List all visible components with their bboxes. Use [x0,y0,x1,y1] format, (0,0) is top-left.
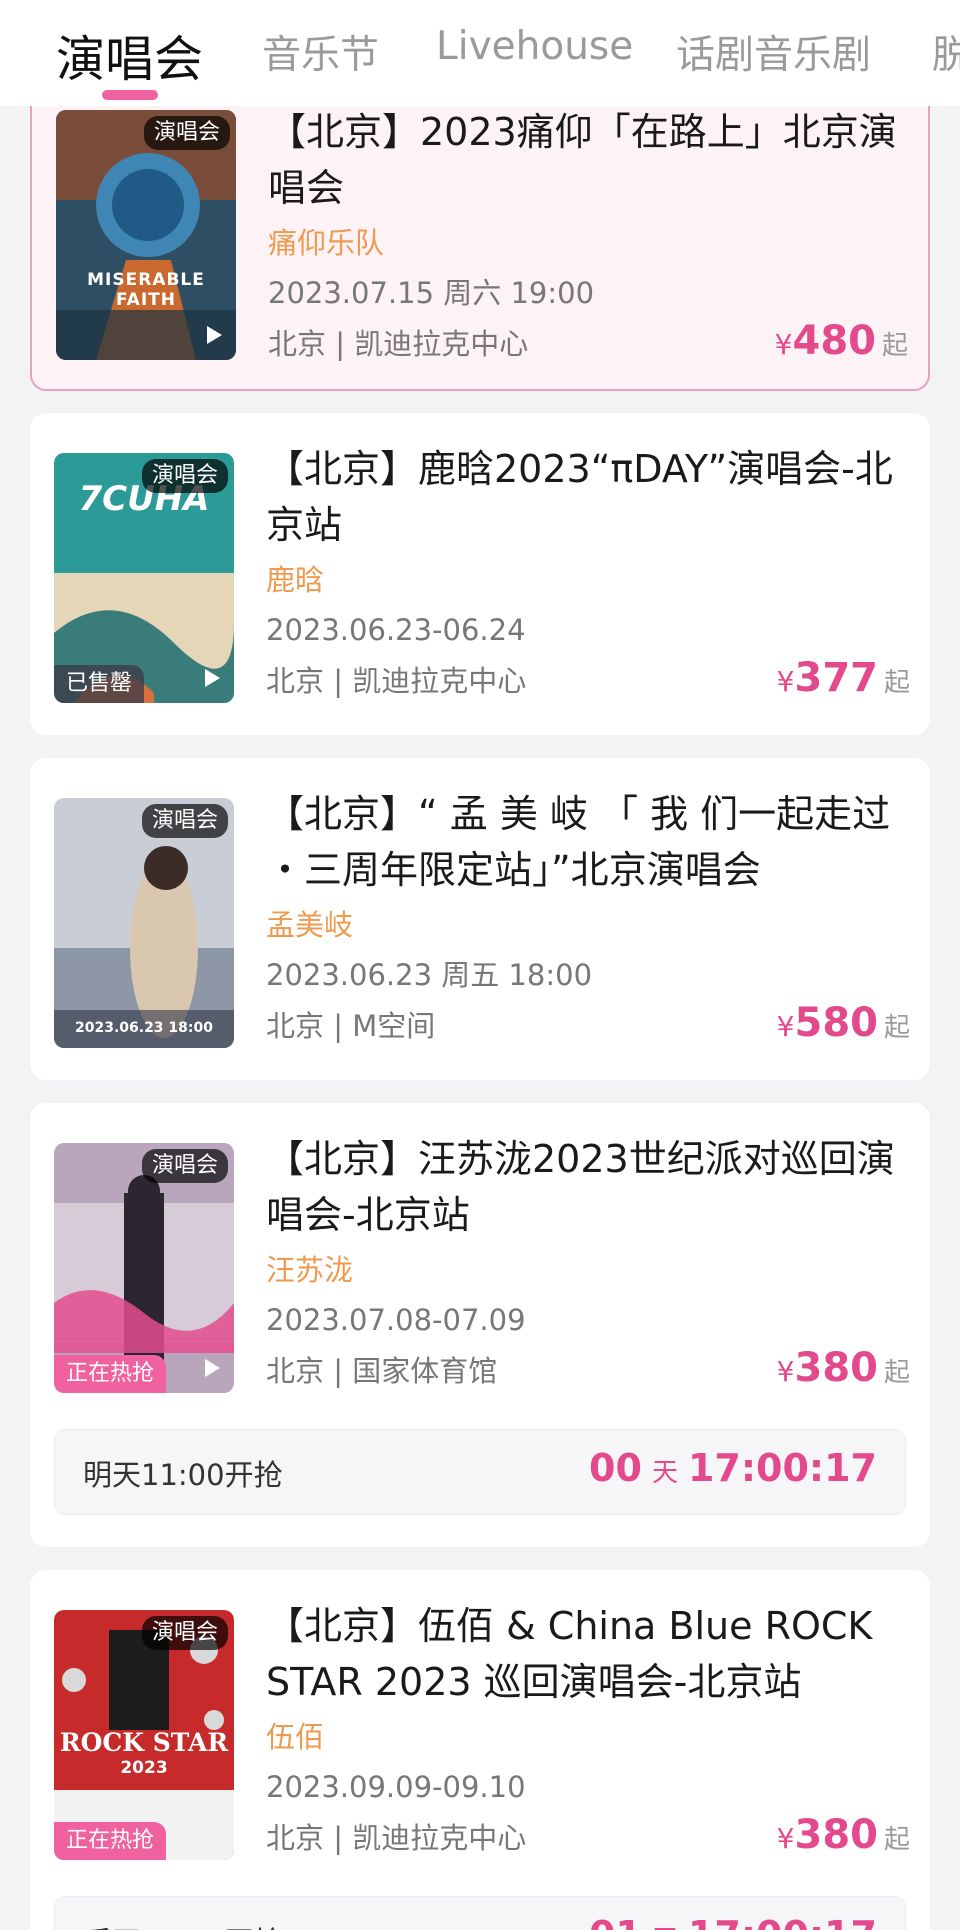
poster-text: MISERABLE FAITH [87,270,205,310]
category-tag: 演唱会 [141,1616,228,1650]
category-tag: 演唱会 [141,1149,228,1183]
countdown-days: 00 [589,1446,642,1490]
event-artist: 伍佰 [266,1720,325,1754]
price-value: 480 [792,318,876,364]
countdown-time: 17:00:17 [688,1913,877,1930]
event-poster[interactable]: MISERABLE FAITH 演唱会 [56,110,236,360]
countdown-days: 01 [589,1913,642,1930]
event-date: 2023.07.08-07.09 [266,1303,526,1337]
price-suffix: 起 [883,1825,910,1855]
event-title[interactable]: 【北京】汪苏泷2023世纪派对巡回演唱会-北京站 [266,1131,910,1243]
event-artist: 汪苏泷 [266,1253,354,1287]
event-poster[interactable]: ROCK STAR 2023 演唱会 正在热抢 [54,1610,234,1860]
event-title[interactable]: 【北京】鹿晗2023“πDAY”演唱会-北京站 [266,441,910,553]
countdown-timer: 01 天 17:00:17 [589,1913,877,1930]
play-icon[interactable] [198,665,224,691]
event-price: ¥480 起 [775,318,908,364]
active-tab-indicator [102,90,158,100]
countdown-time: 17:00:17 [687,1446,877,1490]
hot-sale-badge: 正在热抢 [54,1822,167,1860]
price-currency: ¥ [776,1355,795,1388]
event-poster[interactable]: 7CUHA 演唱会 已售罄 [54,453,234,703]
event-poster[interactable]: 2023.06.23 18:00 演唱会 [54,798,234,1048]
event-title[interactable]: 【北京】2023痛仰「在路上」北京演唱会 [268,104,908,216]
event-date: 2023.06.23-06.24 [266,613,526,647]
event-venue: 北京 | 国家体育馆 [266,1354,498,1388]
event-card[interactable]: ROCK STAR 2023 演唱会 正在热抢 【北京】伍佰 & China B… [30,1570,930,1930]
price-suffix: 起 [883,1358,910,1388]
tab-music-festival[interactable]: 音乐节 [262,24,379,80]
countdown-day-unit: 天 [652,1925,678,1930]
play-icon[interactable] [200,322,226,348]
price-suffix: 起 [883,1013,910,1043]
price-currency: ¥ [776,1822,795,1855]
event-venue: 北京 | M空间 [266,1009,436,1043]
poster-text-year: 2023 [120,1758,168,1778]
hot-sale-badge: 正在热抢 [54,1355,167,1393]
event-price: ¥380 起 [777,1345,910,1391]
event-artist: 痛仰乐队 [268,226,385,260]
countdown-label: 明天11:00开抢 [83,1458,283,1492]
tab-talkshow[interactable]: 脱 [932,24,960,80]
price-value: 580 [794,1000,878,1046]
countdown-day-unit: 天 [651,1458,678,1488]
event-price: ¥580 起 [777,1000,910,1046]
poster-text: 2023.06.23 18:00 [74,1020,213,1036]
event-date: 2023.07.15 周六 19:00 [268,276,595,310]
tab-concert[interactable]: 演唱会 [56,20,203,91]
category-tag: 演唱会 [143,116,230,150]
event-title[interactable]: 【北京】“ 孟 美 岐 「 我 们一起走过 ・三周年限定站」”北京演唱会 [266,786,910,898]
tab-livehouse[interactable]: Livehouse [436,24,633,69]
countdown-label: 后天11:00开抢 [83,1919,283,1930]
event-price: ¥380 起 [777,1812,910,1858]
price-currency: ¥ [776,1010,795,1043]
event-card[interactable]: 7CUHA 演唱会 已售罄 【北京】鹿晗2023“πDAY”演唱会-北京站 鹿晗… [30,413,930,735]
tab-drama-musical[interactable]: 话剧音乐剧 [676,24,871,80]
event-artist: 鹿晗 [266,563,325,597]
event-venue: 北京 | 凯迪拉克中心 [268,327,529,361]
price-currency: ¥ [776,665,795,698]
price-value: 380 [794,1345,878,1391]
sale-countdown[interactable]: 后天11:00开抢 01 天 17:00:17 [54,1896,906,1930]
event-artist: 孟美岐 [266,908,354,942]
category-tag: 演唱会 [141,804,228,838]
category-tab-bar: 演唱会 音乐节 Livehouse 话剧音乐剧 脱 [0,0,960,106]
event-card[interactable]: MISERABLE FAITH 演唱会 【北京】2023痛仰「在路上」北京演唱会… [30,66,930,391]
price-value: 380 [794,1812,878,1858]
event-venue: 北京 | 凯迪拉克中心 [266,664,527,698]
countdown-timer: 00 天 17:00:17 [589,1446,877,1490]
event-card[interactable]: 演唱会 正在热抢 【北京】汪苏泷2023世纪派对巡回演唱会-北京站 汪苏泷 20… [30,1103,930,1547]
price-suffix: 起 [881,331,908,361]
event-venue: 北京 | 凯迪拉克中心 [266,1821,527,1855]
event-price: ¥377 起 [777,655,910,701]
category-tag: 演唱会 [141,459,228,493]
sold-out-badge: 已售罄 [54,665,145,703]
poster-text: ROCK STAR [59,1728,229,1757]
event-date: 2023.09.09-09.10 [266,1770,526,1804]
play-icon[interactable] [198,1355,224,1381]
price-value: 377 [794,655,878,701]
event-title[interactable]: 【北京】伍佰 & China Blue ROCK STAR 2023 巡回演唱会… [266,1598,910,1710]
event-date: 2023.06.23 周五 18:00 [266,958,593,992]
price-suffix: 起 [883,668,910,698]
event-card[interactable]: 2023.06.23 18:00 演唱会 【北京】“ 孟 美 岐 「 我 们一起… [30,758,930,1080]
event-poster[interactable]: 演唱会 正在热抢 [54,1143,234,1393]
price-currency: ¥ [774,328,793,361]
sale-countdown[interactable]: 明天11:00开抢 00 天 17:00:17 [54,1429,906,1515]
